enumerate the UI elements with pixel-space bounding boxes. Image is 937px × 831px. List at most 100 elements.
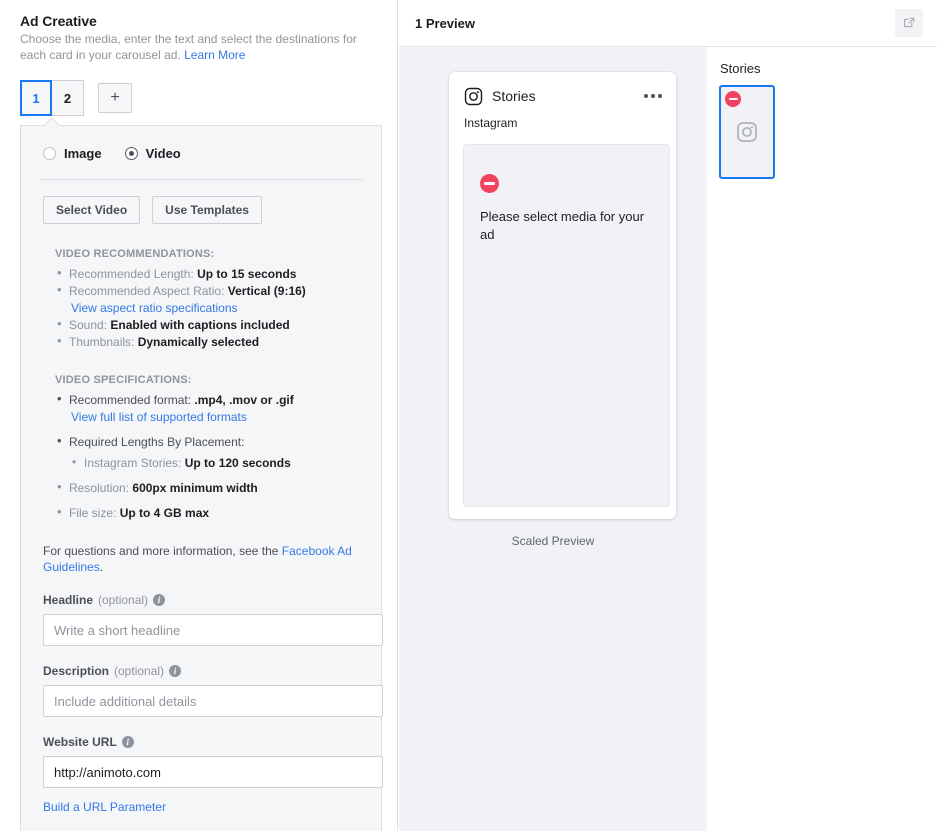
- preview-body: Stories Instagram Please select media fo…: [399, 47, 937, 831]
- radio-label-video: Video: [146, 146, 181, 161]
- list-item: File size: Up to 4 GB max: [55, 505, 363, 521]
- more-options-icon[interactable]: [644, 90, 662, 102]
- website-url-label: Website URL i: [43, 735, 363, 749]
- radio-option-video[interactable]: Video: [125, 146, 181, 161]
- list-item: Recommended format: .mp4, .mov or .gif V…: [55, 392, 363, 425]
- ad-creative-pane: Ad Creative Choose the media, enter the …: [0, 0, 398, 831]
- error-block-icon: [725, 91, 741, 107]
- rec-value-thumbnails: Dynamically selected: [138, 335, 259, 349]
- supported-formats-link[interactable]: View full list of supported formats: [69, 409, 363, 425]
- stories-thumbnail[interactable]: [719, 85, 775, 179]
- radio-circle-filled-icon: [125, 147, 138, 160]
- rec-label-thumbnails: Thumbnails:: [69, 335, 134, 349]
- guidelines-text-before: For questions and more information, see …: [43, 544, 282, 558]
- section-header: Ad Creative Choose the media, enter the …: [0, 0, 397, 63]
- website-url-field-group: Website URL i Build a URL Parameter: [39, 735, 363, 816]
- spec-value-resolution: 600px minimum width: [132, 481, 257, 495]
- video-specifications-block: VIDEO SPECIFICATIONS: Recommended format…: [55, 374, 363, 521]
- website-url-input[interactable]: [43, 756, 383, 788]
- info-icon[interactable]: i: [122, 736, 134, 748]
- description-field-group: Description (optional) i: [39, 664, 363, 717]
- description-optional-text: (optional): [114, 664, 164, 678]
- build-url-parameter-link[interactable]: Build a URL Parameter: [43, 800, 166, 814]
- rec-value-length: Up to 15 seconds: [197, 267, 296, 281]
- list-item: Recommended Aspect Ratio: Vertical (9:16…: [55, 283, 363, 316]
- spec-value-filesize: Up to 4 GB max: [120, 506, 209, 520]
- rec-label-aspect: Recommended Aspect Ratio:: [69, 284, 224, 298]
- error-block-icon: [480, 174, 499, 193]
- guidelines-paragraph: For questions and more information, see …: [43, 543, 363, 575]
- description-input[interactable]: [43, 685, 383, 717]
- panel-caret: [44, 118, 59, 126]
- list-item: Recommended Length: Up to 15 seconds: [55, 266, 363, 282]
- headline-field-group: Headline (optional) i: [39, 593, 363, 646]
- rec-label-sound: Sound:: [69, 318, 107, 332]
- media-error-message: Please select media for your ad: [480, 208, 653, 244]
- divider: [39, 179, 363, 180]
- media-placeholder: Please select media for your ad: [463, 144, 670, 507]
- radio-label-image: Image: [64, 146, 102, 161]
- error-bar: [484, 182, 495, 185]
- stories-card-title: Stories: [492, 88, 644, 104]
- sub-label-instagram-stories: Instagram Stories:: [84, 456, 181, 470]
- placement-lengths-sublist: Instagram Stories: Up to 120 seconds: [69, 455, 363, 471]
- spec-label-format: Recommended format:: [69, 393, 191, 407]
- select-video-button[interactable]: Select Video: [43, 196, 140, 224]
- preview-title: 1 Preview: [415, 16, 895, 31]
- list-item: Instagram Stories: Up to 120 seconds: [69, 455, 363, 471]
- error-bar: [729, 98, 738, 101]
- headline-label-text: Headline: [43, 593, 93, 607]
- dot: [651, 94, 655, 98]
- instagram-icon: [463, 86, 483, 106]
- headline-optional-text: (optional): [98, 593, 148, 607]
- spec-label-lengths: Required Lengths By Placement:: [69, 435, 244, 449]
- website-url-label-text: Website URL: [43, 735, 117, 749]
- preview-thumbnail-rail: Stories: [719, 61, 919, 179]
- card-tab-2[interactable]: 2: [52, 80, 84, 116]
- page-title: Ad Creative: [20, 13, 377, 29]
- list-item: Thumbnails: Dynamically selected: [55, 334, 363, 350]
- scaled-preview-label: Scaled Preview: [399, 534, 707, 548]
- media-action-buttons: Select Video Use Templates: [39, 196, 363, 224]
- video-specifications-heading: VIDEO SPECIFICATIONS:: [55, 374, 363, 386]
- list-item: Required Lengths By Placement: Instagram…: [55, 434, 363, 471]
- rec-label-length: Recommended Length:: [69, 267, 194, 281]
- video-recommendations-list: Recommended Length: Up to 15 seconds Rec…: [55, 266, 363, 350]
- media-type-radio-group: Image Video: [39, 144, 363, 161]
- info-icon[interactable]: i: [169, 665, 181, 677]
- spec-label-filesize: File size:: [69, 506, 116, 520]
- info-icon[interactable]: i: [153, 594, 165, 606]
- video-recommendations-heading: VIDEO RECOMMENDATIONS:: [55, 248, 363, 260]
- dot: [644, 94, 648, 98]
- page-description: Choose the media, enter the text and sel…: [20, 31, 377, 63]
- preview-pane: 1 Preview: [399, 0, 937, 831]
- rec-value-sound: Enabled with captions included: [110, 318, 289, 332]
- video-specifications-list: Recommended format: .mp4, .mov or .gif V…: [55, 392, 363, 521]
- description-label: Description (optional) i: [43, 664, 363, 678]
- rec-value-aspect: Vertical (9:16): [228, 284, 306, 298]
- headline-label: Headline (optional) i: [43, 593, 363, 607]
- video-recommendations-block: VIDEO RECOMMENDATIONS: Recommended Lengt…: [55, 248, 363, 350]
- external-link-icon[interactable]: [895, 9, 923, 37]
- dot: [658, 94, 662, 98]
- description-label-text: Description: [43, 664, 109, 678]
- add-card-button[interactable]: +: [98, 83, 132, 113]
- preview-header: 1 Preview: [399, 0, 937, 47]
- stories-card-header: Stories: [463, 86, 662, 106]
- learn-more-link[interactable]: Learn More: [184, 48, 245, 62]
- stories-platform-label: Instagram: [464, 116, 662, 130]
- list-item: Sound: Enabled with captions included: [55, 317, 363, 333]
- stories-preview-card: Stories Instagram Please select media fo…: [449, 72, 676, 519]
- radio-option-image[interactable]: Image: [43, 146, 102, 161]
- ad-creative-screen: Ad Creative Choose the media, enter the …: [0, 0, 937, 831]
- instagram-icon: [736, 121, 758, 143]
- carousel-card-tabs: 1 2 +: [20, 80, 397, 116]
- headline-input[interactable]: [43, 614, 383, 646]
- aspect-ratio-spec-link[interactable]: View aspect ratio specifications: [69, 300, 363, 316]
- spec-value-format: .mp4, .mov or .gif: [194, 393, 293, 407]
- creative-panel: Image Video Select Video Use Templates V…: [20, 125, 382, 831]
- list-item: Resolution: 600px minimum width: [55, 480, 363, 496]
- sub-value-instagram-stories: Up to 120 seconds: [185, 456, 291, 470]
- card-tab-1[interactable]: 1: [20, 80, 52, 116]
- use-templates-button[interactable]: Use Templates: [152, 196, 262, 224]
